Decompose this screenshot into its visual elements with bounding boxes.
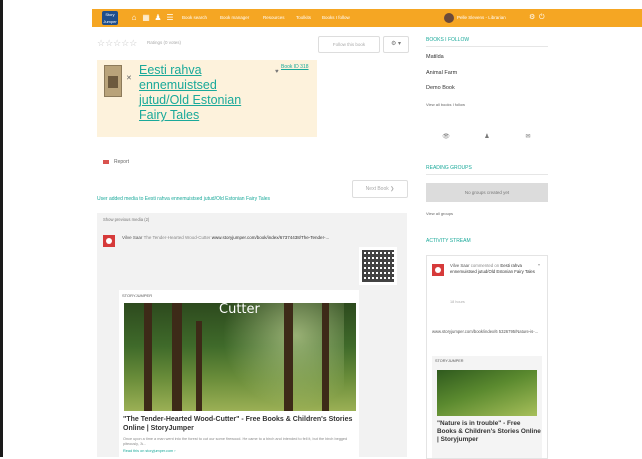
grid-icon[interactable]: ▦ xyxy=(142,12,150,24)
media-feed: Show previous media (2) Vilve Saar The T… xyxy=(97,213,407,457)
media-thumbnail-image[interactable]: Cutter xyxy=(124,303,356,411)
nav-book-search[interactable]: Book search xyxy=(182,12,207,24)
user-avatar[interactable] xyxy=(444,13,454,23)
book-cover-image[interactable] xyxy=(104,65,122,97)
activity-time: 18 hours xyxy=(450,300,465,304)
media-preview-card[interactable]: STORYJUMPER Cutter "The Tender-Hearted W… xyxy=(119,290,359,457)
nav-resources[interactable]: Resources xyxy=(263,12,285,24)
nav-toolkits[interactable]: Toolkits xyxy=(296,12,311,24)
media-title[interactable]: "The Tender-Hearted Wood-Cutter" - Free … xyxy=(123,415,355,433)
view-all-books-link[interactable]: View all books I follow xyxy=(426,102,465,108)
follow-book-button[interactable]: Follow this book xyxy=(318,36,380,53)
qr-code-image[interactable] xyxy=(359,247,397,285)
divider xyxy=(426,46,548,47)
users-icon[interactable]: ♟ xyxy=(467,129,507,145)
post-text: The Tender-Hearted Wood-Cutter xyxy=(143,235,211,240)
followed-book-item[interactable]: Matilda xyxy=(426,53,444,61)
user-name[interactable]: Pelle Slevens - Librarian xyxy=(457,12,506,24)
left-border xyxy=(0,0,3,457)
source-label: STORYJUMPER xyxy=(435,359,464,363)
activity-media-card[interactable]: STORYJUMPER "Nature is in trouble" - Fre… xyxy=(432,356,542,458)
nav-book-manager[interactable]: Book manager xyxy=(220,12,249,24)
activity-text: Vilve Saar commented on Eesti rahva enne… xyxy=(450,263,540,275)
no-groups-message: No groups created yet xyxy=(426,183,548,202)
power-icon[interactable]: ⏻ xyxy=(539,12,545,24)
show-previous-media-link[interactable]: Show previous media (2) xyxy=(103,217,149,223)
report-link[interactable]: Report xyxy=(114,159,129,166)
activity-avatar[interactable] xyxy=(432,264,444,276)
reading-groups-heading: READING GROUPS xyxy=(426,165,472,171)
post-user[interactable]: Vilve Saar xyxy=(122,235,142,240)
books-i-follow-heading: BOOKS I FOLLOW xyxy=(426,37,470,43)
flag-icon[interactable] xyxy=(103,160,109,164)
activity-user[interactable]: Vilve Saar xyxy=(450,263,470,268)
view-all-groups-link[interactable]: View all groups xyxy=(426,211,453,217)
ratings-text: Ratings (0 votes) xyxy=(147,40,182,45)
activity-link[interactable]: www.storyjumper.com/book/index/6 5326795… xyxy=(432,329,540,335)
activity-stream-heading: ACTIVITY STREAM xyxy=(426,238,471,244)
book-title-link[interactable]: Eesti rahva ennemuistsed jutud/Old Eston… xyxy=(139,63,259,123)
list-icon[interactable]: ☰ xyxy=(166,12,174,24)
settings-icon[interactable]: ⚙ xyxy=(529,12,535,24)
activity-verb: commented on xyxy=(470,263,500,268)
rating-stars[interactable]: ☆☆☆☆☆ xyxy=(97,38,137,48)
activity-headline-link[interactable]: User added media to Eesti rahva ennemuis… xyxy=(97,196,270,203)
followed-book-item[interactable]: Demo Book xyxy=(426,84,455,92)
book-header-card: ✕ Eesti rahva ennemuistsed jutud/Old Est… xyxy=(97,60,317,137)
close-icon[interactable]: ✕ xyxy=(126,74,132,82)
post-avatar[interactable] xyxy=(103,235,115,247)
next-book-button[interactable]: Next Book ❯ xyxy=(352,180,408,198)
activity-media-image[interactable] xyxy=(437,370,537,416)
media-description: Once upon a time a man went into the for… xyxy=(123,437,348,446)
nav-books-i-follow[interactable]: Books I follow xyxy=(322,12,350,24)
home-icon[interactable]: ⌂ xyxy=(130,12,138,24)
heart-icon[interactable]: ♥ xyxy=(275,69,279,75)
user-icon[interactable]: ♟ xyxy=(154,12,162,24)
post-link[interactable]: www.storyjumper.com/book/index/67374438/… xyxy=(212,235,330,240)
activity-item: ▾ Vilve Saar commented on Eesti rahva en… xyxy=(426,255,548,459)
eye-icon[interactable]: 👁 xyxy=(426,129,466,145)
image-caption: Cutter xyxy=(219,303,260,317)
media-read-more-link[interactable]: Read this on storyjumper.com › xyxy=(123,449,176,454)
book-settings-dropdown[interactable]: ⚙ ▾ xyxy=(383,36,409,53)
source-label: STORYJUMPER xyxy=(122,293,153,298)
book-id-link[interactable]: Book ID 318 xyxy=(281,64,313,70)
message-icon[interactable]: ✉ xyxy=(508,129,548,145)
followed-book-item[interactable]: Animal Farm xyxy=(426,69,457,77)
top-navbar: Story Jumper ⌂ ▦ ♟ ☰ Book search Book ma… xyxy=(92,9,642,27)
activity-media-title[interactable]: "Nature is in trouble" - Free Books & Ch… xyxy=(437,420,541,444)
divider xyxy=(426,174,548,175)
storyjumper-logo[interactable]: Story Jumper xyxy=(102,11,118,25)
sidebar-icon-row: 👁 ♟ ✉ xyxy=(426,129,548,145)
post-header: Vilve Saar The Tender-Hearted Wood-Cutte… xyxy=(122,234,402,241)
